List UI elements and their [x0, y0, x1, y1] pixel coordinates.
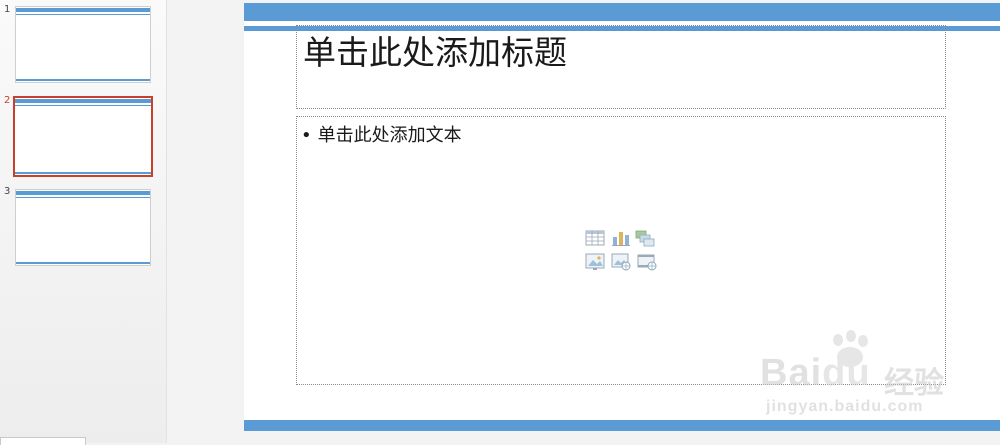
- thumbnail-top-line: [15, 105, 151, 106]
- thumbnail-bottom-band: [16, 79, 150, 81]
- chart-icon[interactable]: [611, 229, 631, 247]
- thumbnail-bottom-band: [15, 172, 151, 174]
- slide-top-band: [244, 3, 1000, 21]
- insert-content-icons: [585, 229, 659, 275]
- slide-thumbnail-1[interactable]: [15, 6, 151, 83]
- smartart-icon[interactable]: [635, 229, 655, 247]
- thumbnail-top-band: [15, 99, 151, 103]
- content-placeholder[interactable]: • 单击此处添加文本: [296, 116, 946, 385]
- thumbnail-number: 1: [4, 4, 11, 15]
- thumbnail-top-band: [16, 191, 150, 195]
- title-placeholder-text: 单击此处添加标题: [303, 33, 567, 72]
- thumbnail-top-band: [16, 8, 150, 12]
- view-tab[interactable]: [0, 437, 86, 445]
- bullet-row: • 单击此处添加文本: [301, 121, 462, 147]
- slide-thumbnail-pane: 1 2 3: [0, 0, 167, 443]
- thumbnail-top-line: [16, 14, 150, 15]
- thumbnail-number: 3: [4, 186, 11, 197]
- bullet-glyph: •: [301, 125, 312, 146]
- online-picture-icon[interactable]: [611, 253, 631, 271]
- slide-thumbnail-3[interactable]: [15, 189, 151, 266]
- slide-canvas[interactable]: 单击此处添加标题 • 单击此处添加文本: [244, 3, 1000, 431]
- video-icon[interactable]: [637, 253, 657, 271]
- content-placeholder-text: 单击此处添加文本: [317, 125, 462, 146]
- thumbnail-number: 2: [4, 95, 11, 106]
- slide-thumbnail-2[interactable]: [13, 96, 153, 177]
- table-icon[interactable]: [585, 229, 605, 247]
- thumbnail-bottom-band: [16, 262, 150, 264]
- title-placeholder[interactable]: 单击此处添加标题: [296, 25, 946, 109]
- thumbnail-top-line: [16, 197, 150, 198]
- picture-icon[interactable]: [585, 253, 605, 271]
- slide-bottom-band: [244, 420, 1000, 431]
